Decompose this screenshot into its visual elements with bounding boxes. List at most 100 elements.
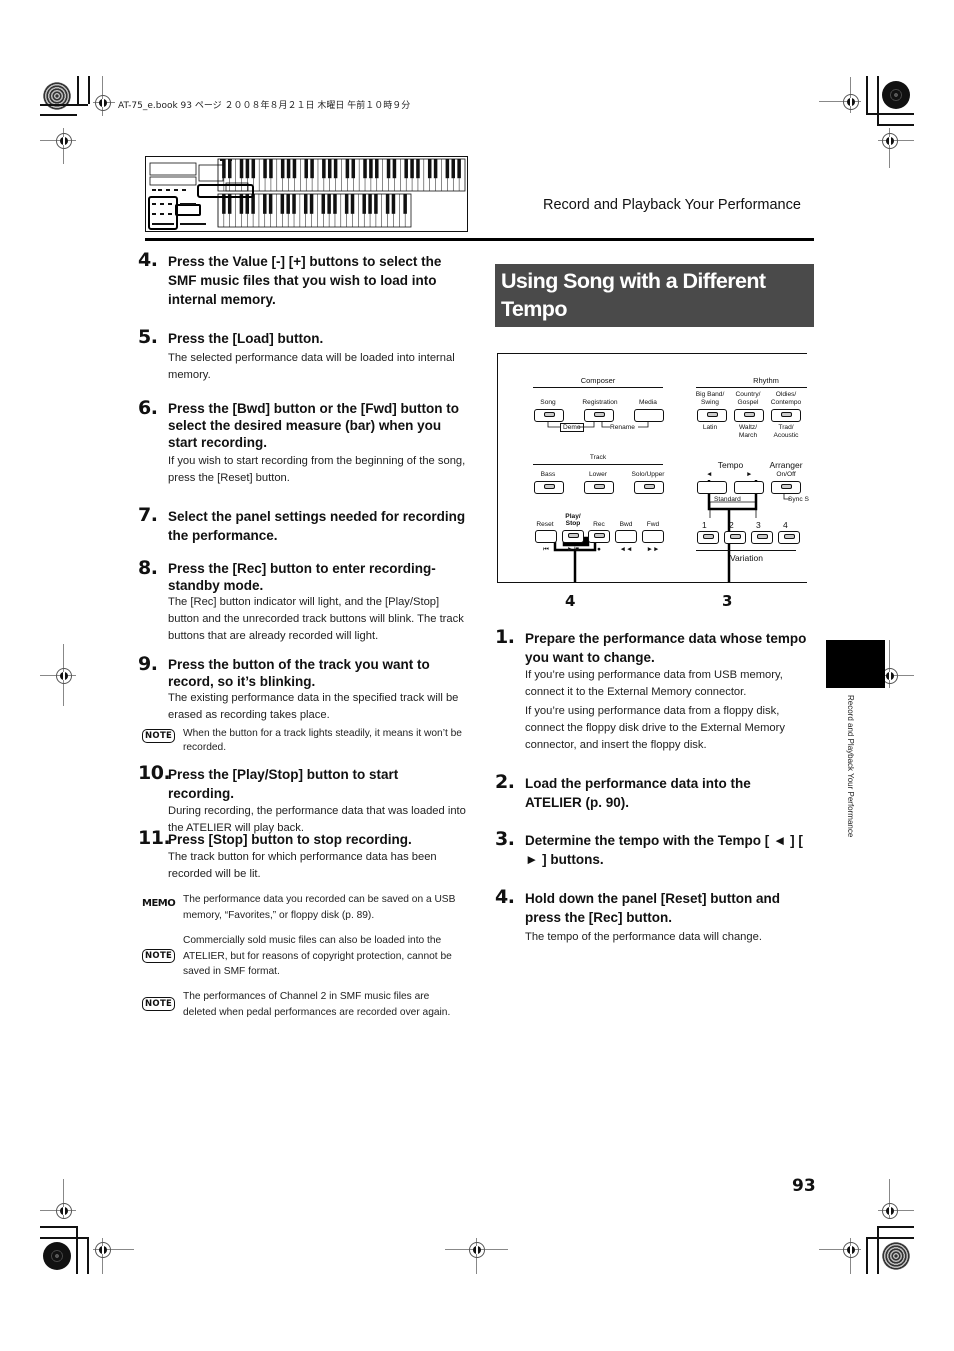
crop-line: [87, 1237, 89, 1274]
organ-illustration: [148, 158, 466, 230]
step-body: The existing performance data in the spe…: [168, 692, 459, 721]
step-6: 6. Press the [Bwd] button or the [Fwd] b…: [138, 397, 468, 487]
rhythm-button-1[interactable]: [697, 409, 727, 422]
led-indicator: [544, 484, 555, 489]
variation-2-label: 2: [729, 520, 734, 530]
variation-1-button[interactable]: [697, 531, 719, 544]
print-header: AT-75_e.book 93 ページ ２００８年８月２１日 木曜日 午前１０時…: [118, 101, 411, 111]
note-icon: NOTE: [142, 949, 176, 963]
solo-upper-label: Solo/Upper: [631, 471, 665, 478]
step-body: If you’re using performance data from US…: [525, 669, 783, 698]
step-title: Press [Stop] button to stop recording.: [168, 832, 412, 847]
step-number: 11.: [138, 827, 171, 849]
rhythm-button-2[interactable]: [734, 409, 764, 422]
step-title: Press the button of the track you want t…: [168, 657, 430, 689]
bwd-button[interactable]: [615, 530, 637, 543]
step-title: Hold down the panel [Reset] button and p…: [525, 891, 780, 925]
crop-line: [77, 76, 79, 106]
solo-upper-track-button[interactable]: [634, 481, 664, 494]
variation-3-button[interactable]: [751, 531, 773, 544]
arranger-button[interactable]: [771, 481, 801, 494]
rhythm-top-label: Big Band/ Swing: [695, 391, 725, 406]
step-title: Prepare the performance data whose tempo…: [525, 631, 807, 665]
step-8: 8. Press the [Rec] button to enter recor…: [138, 557, 468, 645]
note-text: When the button for a track lights stead…: [183, 728, 462, 753]
rhythm-bottom-label: Waltz/ March: [738, 424, 758, 439]
play-stop-label: Play/ Stop: [565, 513, 581, 527]
callout-4: 4: [565, 592, 576, 610]
step-number: 5.: [138, 326, 158, 348]
registration-mark: [95, 95, 111, 111]
crop-line: [877, 1226, 879, 1274]
crop-line: [40, 114, 77, 116]
bwd-label: Bwd: [619, 521, 633, 528]
rhythm-bottom-label: Trad/ Acoustic: [773, 424, 799, 439]
led-indicator: [744, 412, 755, 417]
crop-line: [866, 113, 914, 115]
crop-line: [40, 1226, 77, 1228]
step-body: The track button for which performance d…: [168, 851, 437, 880]
fwd-symbol-icon: ►►: [646, 546, 660, 553]
variation-label: Variation: [730, 553, 763, 563]
registration-target-top-left: [43, 82, 71, 110]
bass-label: Bass: [540, 471, 556, 478]
led-indicator: [781, 484, 792, 489]
rhythm-button-3[interactable]: [771, 409, 801, 422]
play-stop-button[interactable]: [562, 530, 584, 543]
step-number: 9.: [138, 653, 158, 675]
right-step-4: 4. Hold down the panel [Reset] button an…: [495, 886, 815, 946]
rec-symbol-icon: ●: [597, 546, 601, 553]
step-10: 10. Press the [Play/Stop] button to star…: [138, 762, 468, 837]
crop-line: [877, 76, 879, 124]
chapter-tab: [826, 640, 885, 688]
led-indicator: [594, 484, 605, 489]
keyboard-panel-thumbnail: [145, 156, 468, 232]
registration-mark: [882, 1203, 898, 1219]
led-indicator: [784, 534, 795, 539]
fwd-button[interactable]: [642, 530, 664, 543]
variation-3-label: 3: [756, 520, 761, 530]
registration-mark: [56, 668, 72, 684]
step-5: 5. Press the [Load] button. The selected…: [138, 326, 468, 384]
led-indicator: [644, 484, 655, 489]
rhythm-top-label: Oldies/ Contempo: [770, 391, 802, 406]
led-indicator: [781, 412, 792, 417]
rec-button[interactable]: [588, 530, 610, 543]
bass-track-button[interactable]: [534, 481, 564, 494]
led-indicator: [757, 534, 768, 539]
step-title: Select the panel settings needed for rec…: [168, 509, 466, 543]
variation-2-button[interactable]: [724, 531, 746, 544]
tempo-down-button[interactable]: [697, 481, 727, 494]
crop-line: [877, 124, 914, 126]
section-title: Using Song with a Different Tempo Than T…: [495, 264, 814, 377]
arranger-label: Arranger: [769, 460, 803, 470]
registration-mark: [843, 1242, 859, 1258]
registration-mark: [882, 133, 898, 149]
track-label: Track: [589, 454, 607, 461]
reset-button[interactable]: [535, 530, 557, 543]
step-number: 8.: [138, 557, 158, 579]
step-4: 4. Press the Value [-] [+] buttons to se…: [138, 249, 468, 309]
variation-1-label: 1: [702, 520, 707, 530]
step-title: Load the performance data into the ATELI…: [525, 776, 751, 810]
variation-4-button[interactable]: [778, 531, 800, 544]
section-title-line-1: Using Song with a Different Tempo: [501, 269, 766, 321]
lower-track-button[interactable]: [584, 481, 614, 494]
chapter-side-label: Record and Playback Your Performance: [846, 695, 855, 838]
sync-start-label: Sync S: [788, 496, 809, 503]
play-stop-symbol-icon: ►/■: [566, 546, 580, 553]
variation-rule: [696, 550, 796, 551]
note-1: NOTE When the button for a track lights …: [142, 727, 462, 754]
control-panel-diagram: Composer Song Registration Media Demo Re…: [497, 353, 809, 583]
step-number: 1.: [495, 626, 515, 648]
step-title: Determine the tempo with the Tempo [ ◄ ]…: [525, 833, 803, 867]
step-11: 11. Press [Stop] button to stop recordin…: [138, 827, 468, 883]
tempo-up-button[interactable]: [734, 481, 764, 494]
right-step-1: 1. Prepare the performance data whose te…: [495, 626, 815, 754]
registration-mark: [469, 1242, 485, 1258]
step-number: 7.: [138, 504, 158, 526]
step-7: 7. Select the panel settings needed for …: [138, 504, 468, 545]
note-icon: NOTE: [142, 729, 176, 743]
rhythm-rule: [696, 387, 807, 388]
memo-icon: MEMO: [142, 898, 176, 909]
